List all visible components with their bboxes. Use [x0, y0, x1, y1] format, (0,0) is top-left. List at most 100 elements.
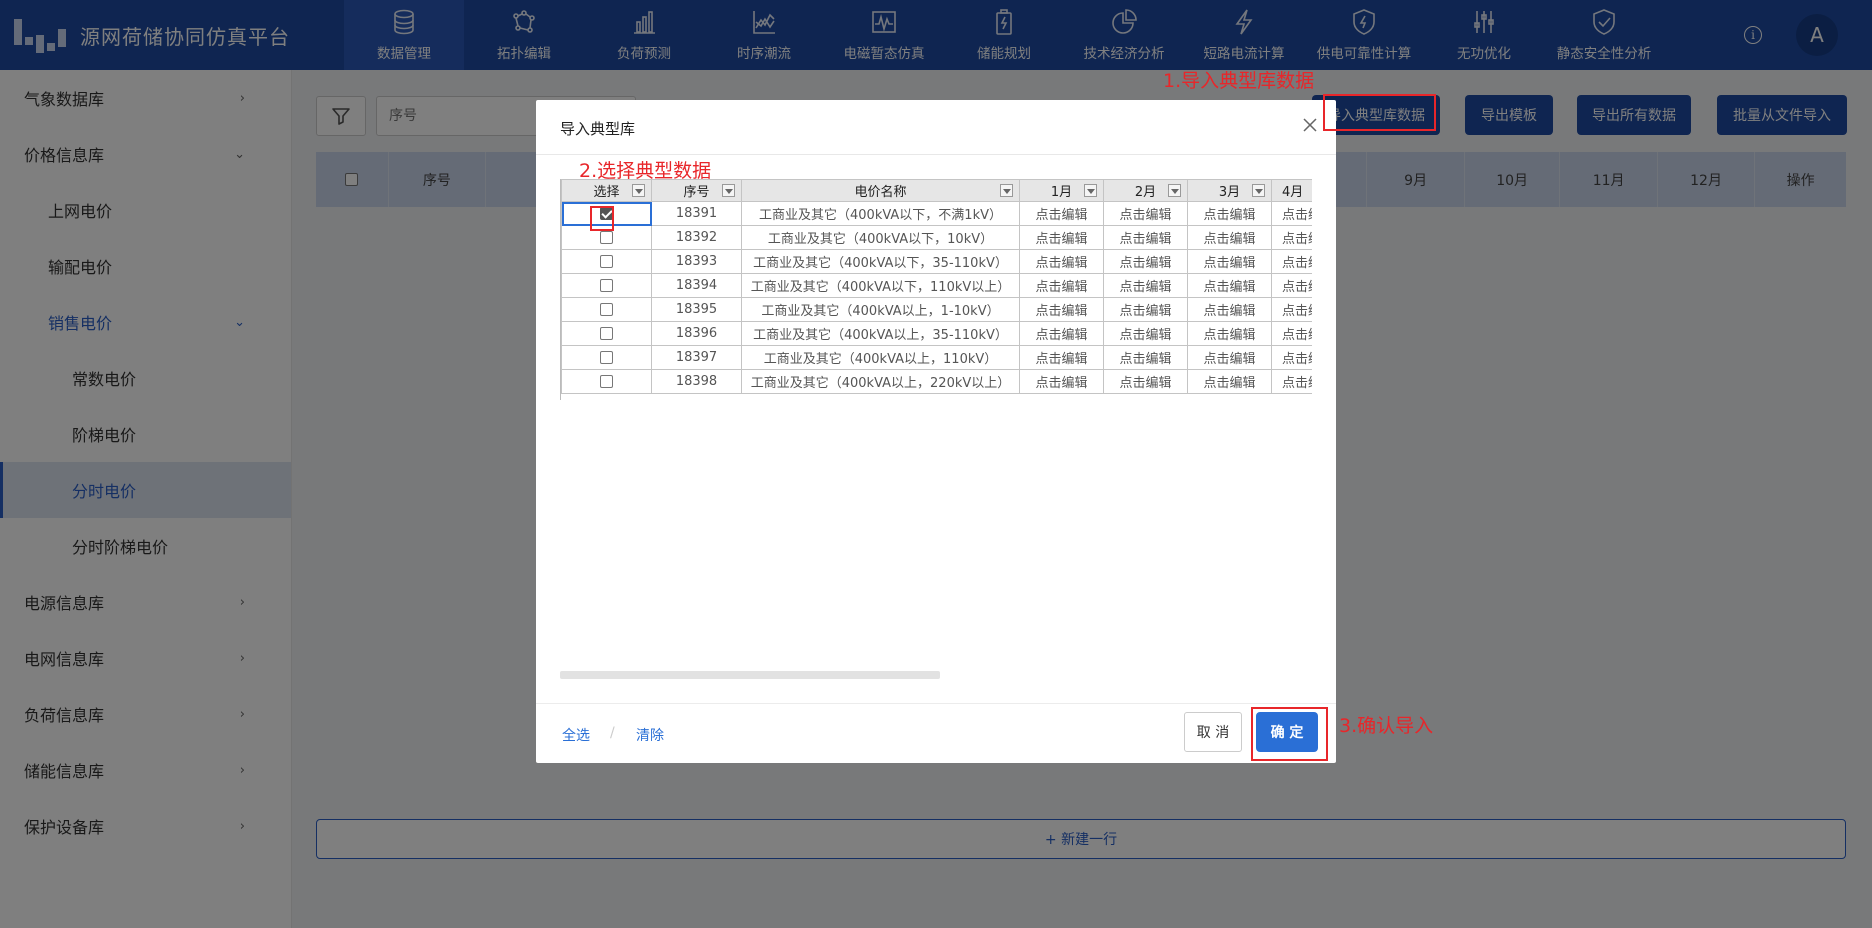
edit-link[interactable]: 点击编辑	[1187, 345, 1272, 370]
cancel-button[interactable]: 取 消	[1184, 712, 1242, 752]
edit-link[interactable]: 点击编辑	[1187, 225, 1272, 250]
select-all-link[interactable]: 全选	[562, 725, 590, 745]
edit-link[interactable]: 点击编辑	[1019, 249, 1104, 274]
column-filter-icon[interactable]	[1000, 184, 1013, 197]
edit-link[interactable]: 点击编辑	[1103, 273, 1188, 298]
import-typical-dialog: 导入典型库 选择 序号 电价名称 1月 2月 3月 4月 18391 工商业及其它（400kV…	[536, 100, 1336, 763]
clear-link[interactable]: 清除	[636, 725, 664, 745]
grid-row[interactable]: 18397 工商业及其它（400kVA以上，110kV） 点击编辑 点击编辑 点击编辑点…	[561, 345, 1312, 370]
edit-link[interactable]: 点击编辑	[1271, 369, 1312, 394]
grid-row[interactable]: 18391 工商业及其它（400kVA以下，不满1kV） 点击编辑 点击编辑 点击编辑点…	[561, 201, 1312, 226]
row-checkbox[interactable]	[600, 231, 613, 244]
grid-row[interactable]: 18395 工商业及其它（400kVA以上，1-10kV） 点击编辑 点击编辑 点击编辑…	[561, 297, 1312, 322]
column-filter-icon[interactable]	[632, 184, 645, 197]
grid-header-label: 序号	[683, 185, 710, 200]
column-filter-icon[interactable]	[1084, 184, 1097, 197]
row-price-name: 工商业及其它（400kVA以上，35-110kV）	[741, 321, 1020, 346]
footer-divider	[536, 703, 1336, 704]
row-id: 18392	[651, 225, 742, 250]
grid-header-label: 1月	[1050, 185, 1073, 200]
annotation-step2: 2.选择典型数据	[579, 160, 712, 182]
row-select-cell[interactable]	[561, 345, 652, 370]
edit-link[interactable]: 点击编辑	[1187, 297, 1272, 322]
row-id: 18391	[651, 201, 742, 226]
edit-link[interactable]: 点击编辑	[1019, 345, 1104, 370]
horizontal-scrollbar[interactable]	[560, 671, 940, 679]
annotation-box-step3	[1251, 707, 1328, 761]
edit-link[interactable]: 点击编辑	[1271, 321, 1312, 346]
row-id: 18394	[651, 273, 742, 298]
row-price-name: 工商业及其它（400kVA以上，220kV以上）	[741, 369, 1020, 394]
edit-link[interactable]: 点击编辑	[1103, 345, 1188, 370]
grid-row[interactable]: 18393 工商业及其它（400kVA以下，35-110kV） 点击编辑 点击编辑 点击…	[561, 249, 1312, 274]
grid-header-cell: 1月	[1019, 179, 1104, 202]
link-separator: /	[610, 725, 615, 741]
edit-link[interactable]: 点击编辑	[1019, 321, 1104, 346]
row-price-name: 工商业及其它（400kVA以上，1-10kV）	[741, 297, 1020, 322]
column-filter-icon[interactable]	[1252, 184, 1265, 197]
grid-header-label: 4月	[1282, 185, 1304, 200]
edit-link[interactable]: 点击编辑	[1019, 201, 1104, 226]
edit-link[interactable]: 点击编辑	[1103, 369, 1188, 394]
grid-header-cell: 2月	[1103, 179, 1188, 202]
row-checkbox[interactable]	[600, 279, 613, 292]
edit-link[interactable]: 点击编辑	[1271, 345, 1312, 370]
grid-header-label: 选择	[593, 185, 620, 200]
edit-link[interactable]: 点击编辑	[1187, 369, 1272, 394]
edit-link[interactable]: 点击编辑	[1019, 297, 1104, 322]
edit-link[interactable]: 点击编辑	[1271, 297, 1312, 322]
row-checkbox[interactable]	[600, 303, 613, 316]
edit-link[interactable]: 点击编辑	[1019, 369, 1104, 394]
grid-row[interactable]: 18398 工商业及其它（400kVA以上，220kV以上） 点击编辑 点击编辑 点击编…	[561, 369, 1312, 394]
column-filter-icon[interactable]	[1168, 184, 1181, 197]
row-price-name: 工商业及其它（400kVA以下，110kV以上）	[741, 273, 1020, 298]
edit-link[interactable]: 点击编辑	[1103, 201, 1188, 226]
row-select-cell[interactable]	[561, 369, 652, 394]
edit-link[interactable]: 点击编辑	[1103, 321, 1188, 346]
edit-link[interactable]: 点击编辑	[1187, 273, 1272, 298]
row-id: 18395	[651, 297, 742, 322]
dialog-divider	[536, 154, 1336, 155]
row-checkbox[interactable]	[600, 255, 613, 268]
edit-link[interactable]: 点击编辑	[1103, 249, 1188, 274]
annotation-step1: 1.导入典型库数据	[1163, 70, 1315, 92]
edit-link[interactable]: 点击编辑	[1019, 225, 1104, 250]
edit-link[interactable]: 点击编辑	[1187, 201, 1272, 226]
row-checkbox[interactable]	[600, 351, 613, 364]
row-price-name: 工商业及其它（400kVA以下，不满1kV）	[741, 201, 1020, 226]
grid-header-label: 2月	[1134, 185, 1157, 200]
grid-header-cell: 3月	[1187, 179, 1272, 202]
row-select-cell[interactable]	[561, 273, 652, 298]
grid-row[interactable]: 18394 工商业及其它（400kVA以下，110kV以上） 点击编辑 点击编辑 点击编…	[561, 273, 1312, 298]
edit-link[interactable]: 点击编辑	[1187, 321, 1272, 346]
row-checkbox[interactable]	[600, 375, 613, 388]
edit-link[interactable]: 点击编辑	[1271, 249, 1312, 274]
row-price-name: 工商业及其它（400kVA以下，10kV）	[741, 225, 1020, 250]
edit-link[interactable]: 点击编辑	[1271, 225, 1312, 250]
grid-header-label: 3月	[1218, 185, 1241, 200]
annotation-step3: 3.确认导入	[1339, 715, 1434, 737]
edit-link[interactable]: 点击编辑	[1103, 225, 1188, 250]
grid-row[interactable]: 18392 工商业及其它（400kVA以下，10kV） 点击编辑 点击编辑 点击编辑 点击…	[561, 225, 1312, 250]
row-id: 18398	[651, 369, 742, 394]
row-select-cell[interactable]	[561, 297, 652, 322]
grid-header-cell: 4月	[1271, 179, 1312, 202]
row-price-name: 工商业及其它（400kVA以上，110kV）	[741, 345, 1020, 370]
annotation-box-step2	[590, 206, 614, 231]
row-id: 18393	[651, 249, 742, 274]
edit-link[interactable]: 点击编辑	[1271, 273, 1312, 298]
annotation-box-step1	[1323, 94, 1436, 131]
edit-link[interactable]: 点击编辑	[1187, 249, 1272, 274]
row-select-cell[interactable]	[561, 249, 652, 274]
grid-row[interactable]: 18396 工商业及其它（400kVA以上，35-110kV） 点击编辑 点击编辑 点击…	[561, 321, 1312, 346]
edit-link[interactable]: 点击编辑	[1019, 273, 1104, 298]
row-price-name: 工商业及其它（400kVA以下，35-110kV）	[741, 249, 1020, 274]
edit-link[interactable]: 点击编辑	[1103, 297, 1188, 322]
row-checkbox[interactable]	[600, 327, 613, 340]
edit-link[interactable]: 点击编辑	[1271, 201, 1312, 226]
row-select-cell[interactable]	[561, 321, 652, 346]
grid-header-label: 电价名称	[854, 185, 907, 200]
column-filter-icon[interactable]	[722, 184, 735, 197]
dialog-title: 导入典型库	[560, 120, 636, 138]
close-icon[interactable]	[1302, 114, 1318, 138]
